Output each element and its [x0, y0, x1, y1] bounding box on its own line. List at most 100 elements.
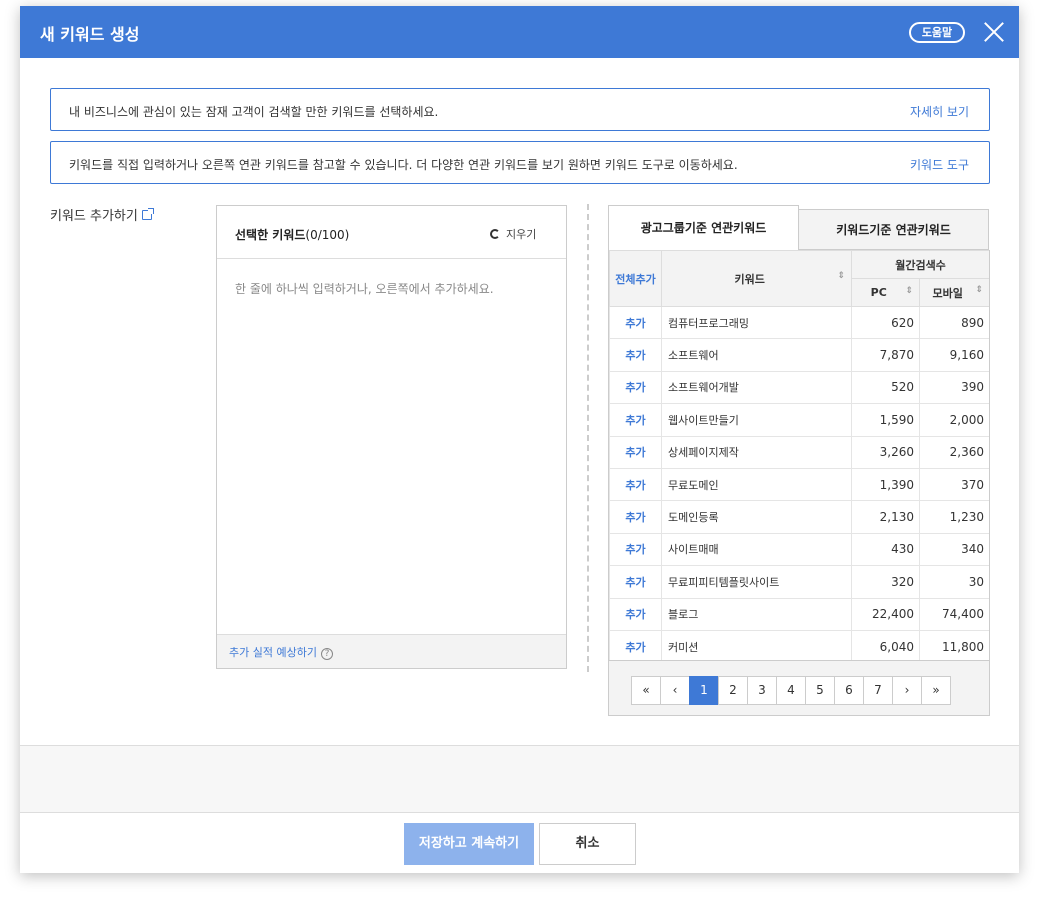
- keyword-textarea[interactable]: 한 줄에 하나씩 입력하거나, 오른쪽에서 추가하세요.: [217, 260, 566, 634]
- keyword-cell: 상세페이지제작: [661, 435, 852, 469]
- add-keyword-label-text: 키워드 추가하기: [50, 209, 138, 224]
- page-button-2[interactable]: 2: [718, 676, 748, 705]
- keyword-tool-link[interactable]: 키워드 도구: [910, 156, 969, 173]
- keyword-column-header[interactable]: 키워드 ⇕: [661, 250, 852, 307]
- selected-keywords-panel: 선택한 키워드(0/100) 지우기 한 줄에 하나씩 입력하거나, 오른쪽에서…: [216, 205, 567, 669]
- mobile-cell: 390: [918, 370, 989, 405]
- prev-page-button[interactable]: ‹: [660, 676, 690, 705]
- table-row: 추가 무료도메인 1,390 370: [609, 467, 989, 502]
- add-button[interactable]: 추가: [609, 629, 662, 660]
- modal-title: 새 키워드 생성: [40, 25, 140, 44]
- add-button[interactable]: 추가: [609, 532, 662, 567]
- next-page-button[interactable]: ›: [892, 676, 922, 705]
- mobile-cell: 2,000: [918, 403, 989, 437]
- predict-performance-link[interactable]: 추가 실적 예상하기?: [229, 644, 333, 660]
- help-button[interactable]: 도움말: [909, 22, 965, 43]
- pc-cell: 320: [851, 565, 920, 599]
- pc-cell: 620: [851, 305, 920, 340]
- selected-keywords-footer: 추가 실적 예상하기?: [217, 634, 566, 668]
- related-keywords-table: 전체추가 키워드 ⇕ 월간검색수 PC ⇕ 모바일 ⇕ 추가 컴퓨터프로그래밍 620 89…: [608, 250, 990, 661]
- learn-more-link[interactable]: 자세히 보기: [910, 103, 969, 120]
- table-row: 추가 블로그 22,400 74,400: [609, 597, 989, 631]
- mobile-cell: 11,800: [918, 629, 989, 660]
- close-icon[interactable]: [981, 19, 1007, 45]
- predict-label: 추가 실적 예상하기: [229, 646, 317, 659]
- mobile-cell: 74,400: [918, 597, 989, 631]
- keyword-cell: 도메인등록: [661, 500, 852, 534]
- add-button[interactable]: 추가: [609, 370, 662, 405]
- modal-footer: 저장하고 계속하기 취소: [20, 812, 1019, 873]
- mobile-cell: 30: [918, 565, 989, 599]
- mobile-cell: 370: [918, 467, 989, 502]
- pc-cell: 520: [851, 370, 920, 405]
- table-row: 추가 소프트웨어개발 520 390: [609, 370, 989, 405]
- mobile-cell: 340: [918, 532, 989, 567]
- pc-header-label: PC: [870, 286, 887, 299]
- pagination: « ‹ 1 2 3 4 5 6 7 › »: [631, 676, 951, 705]
- page-button-3[interactable]: 3: [747, 676, 777, 705]
- mobile-header-label: 모바일: [932, 286, 963, 300]
- last-page-button[interactable]: »: [921, 676, 951, 705]
- keyword-cell: 무료도메인: [661, 467, 852, 502]
- pc-cell: 7,870: [851, 338, 920, 372]
- add-button[interactable]: 추가: [609, 597, 662, 631]
- table-row: 추가 소프트웨어 7,870 9,160: [609, 338, 989, 372]
- add-button[interactable]: 추가: [609, 467, 662, 502]
- table-row: 추가 커미션 6,040 11,800: [609, 629, 989, 660]
- keyword-cell: 컴퓨터프로그래밍: [661, 305, 852, 340]
- add-button[interactable]: 추가: [609, 435, 662, 469]
- first-page-button[interactable]: «: [631, 676, 661, 705]
- keyword-cell: 커미션: [661, 629, 852, 660]
- refresh-icon: [490, 229, 500, 239]
- panel-divider: [587, 204, 589, 672]
- mobile-cell: 2,360: [918, 435, 989, 469]
- tab-keyword-related[interactable]: 키워드기준 연관키워드: [799, 209, 989, 250]
- selected-keywords-header: 선택한 키워드(0/100) 지우기: [217, 206, 566, 259]
- page-button-6[interactable]: 6: [834, 676, 864, 705]
- keyword-cell: 무료피피티템플릿사이트: [661, 565, 852, 599]
- add-all-button[interactable]: 전체추가: [609, 250, 662, 307]
- add-button[interactable]: 추가: [609, 338, 662, 372]
- page-button-4[interactable]: 4: [776, 676, 806, 705]
- add-button[interactable]: 추가: [609, 500, 662, 534]
- modal-header: 새 키워드 생성 도움말: [20, 6, 1019, 58]
- pc-column-header[interactable]: PC ⇕: [851, 278, 920, 307]
- related-tabs: 광고그룹기준 연관키워드 키워드기준 연관키워드: [608, 205, 990, 250]
- add-button[interactable]: 추가: [609, 403, 662, 437]
- add-button[interactable]: 추가: [609, 565, 662, 599]
- keyword-header-label: 키워드: [734, 272, 765, 286]
- create-keyword-modal: 새 키워드 생성 도움말 내 비즈니스에 관심이 있는 잠재 고객이 검색할 만…: [20, 6, 1019, 873]
- modal-body: 내 비즈니스에 관심이 있는 잠재 고객이 검색할 만한 키워드를 선택하세요.…: [20, 58, 1019, 745]
- keyword-cell: 소프트웨어: [661, 338, 852, 372]
- external-link-icon[interactable]: [141, 208, 154, 220]
- selected-title-text: 선택한 키워드: [235, 228, 306, 242]
- mobile-column-header[interactable]: 모바일 ⇕: [918, 278, 989, 307]
- sort-icon: ⇕: [905, 286, 913, 296]
- info-box-tool: 키워드를 직접 입력하거나 오른쪽 연관 키워드를 참고할 수 있습니다. 더 …: [50, 141, 990, 184]
- sort-icon: ⇕: [837, 270, 845, 281]
- cancel-button[interactable]: 취소: [539, 823, 636, 865]
- page-button-5[interactable]: 5: [805, 676, 835, 705]
- keyword-cell: 사이트매매: [661, 532, 852, 567]
- mobile-cell: 1,230: [918, 500, 989, 534]
- table-row: 추가 사이트매매 430 340: [609, 532, 989, 567]
- tab-adgroup-related[interactable]: 광고그룹기준 연관키워드: [608, 205, 799, 250]
- add-keyword-label: 키워드 추가하기: [50, 205, 154, 224]
- pc-cell: 430: [851, 532, 920, 567]
- selected-count: (0/100): [305, 228, 350, 242]
- table-row: 추가 컴퓨터프로그래밍 620 890: [609, 305, 989, 340]
- pc-cell: 1,390: [851, 467, 920, 502]
- page-button-7[interactable]: 7: [863, 676, 893, 705]
- footer-spacer: [20, 745, 1019, 812]
- clear-button[interactable]: 지우기: [490, 226, 536, 242]
- keyword-cell: 소프트웨어개발: [661, 370, 852, 405]
- table-row: 추가 무료피피티템플릿사이트 320 30: [609, 565, 989, 599]
- table-row: 추가 상세페이지제작 3,260 2,360: [609, 435, 989, 469]
- selected-keywords-title: 선택한 키워드(0/100): [235, 226, 349, 243]
- add-button[interactable]: 추가: [609, 305, 662, 340]
- pc-cell: 22,400: [851, 597, 920, 631]
- help-icon[interactable]: ?: [320, 648, 333, 660]
- page-button-1[interactable]: 1: [689, 676, 719, 705]
- table-row: 추가 웹사이트만들기 1,590 2,000: [609, 403, 989, 437]
- save-continue-button[interactable]: 저장하고 계속하기: [404, 823, 534, 865]
